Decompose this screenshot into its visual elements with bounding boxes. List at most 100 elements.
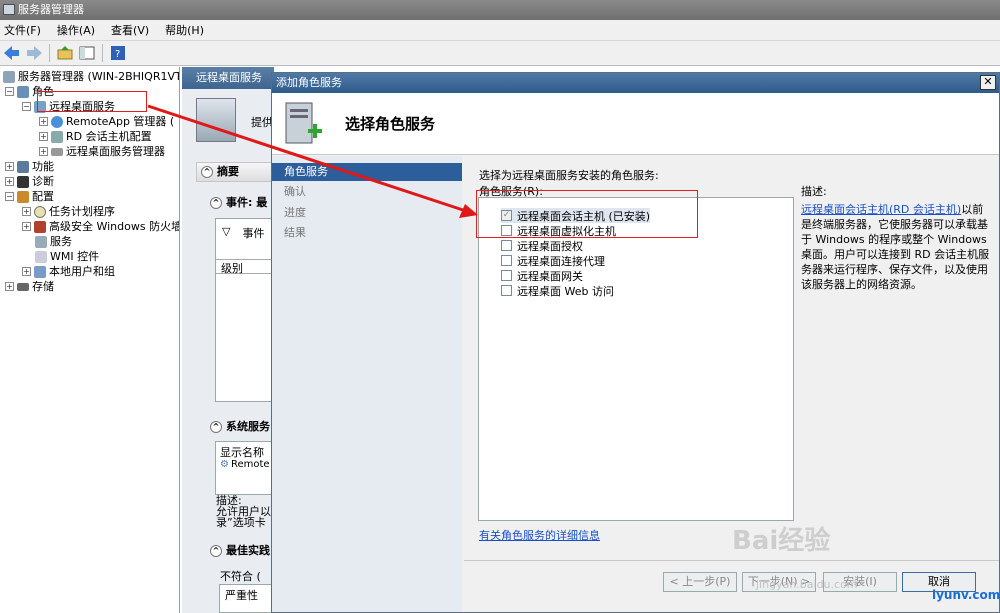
system-services-section[interactable]: ^ 系统服务 (206, 418, 274, 438)
menu-file[interactable]: 文件(F) (4, 22, 41, 38)
toolbar: ? (0, 41, 1000, 66)
tree-item-features[interactable]: + 功能 (5, 159, 54, 174)
show-hide-tree-icon[interactable] (78, 44, 96, 62)
svg-text:?: ? (115, 49, 120, 60)
events-list[interactable]: ▽ 事件 级别 (215, 218, 275, 402)
expand-icon[interactable]: + (39, 132, 48, 141)
service-row[interactable]: ⚙ Remote (220, 459, 270, 470)
tree-item-rd-config[interactable]: + RD 会话主机配置 (39, 129, 152, 144)
tree-item-storage[interactable]: + 存储 (5, 279, 54, 294)
tree-item-label: 配置 (32, 190, 54, 203)
collapse-icon[interactable]: − (22, 102, 31, 111)
add-role-services-dialog: 添加角色服务 ✕ 选择角色服务 角色服务 确认 进度 结果 选择为远程桌面服务安… (271, 72, 1000, 613)
expand-icon[interactable]: + (39, 147, 48, 156)
description-body: 远程桌面会话主机(RD 会话主机)以前是终端服务器，它使服务器可以承载基于 Wi… (801, 202, 993, 292)
level-column-header[interactable]: 级别 (216, 259, 274, 275)
expand-icon[interactable]: + (5, 162, 14, 171)
tree-item-label: 诊断 (32, 175, 54, 188)
server-add-icon (284, 101, 322, 147)
tree-item-label: RD 会话主机配置 (66, 130, 152, 143)
instruction-text: 选择为远程桌面服务安装的角色服务: (479, 169, 659, 182)
rd-config-icon (51, 130, 63, 143)
users-icon (34, 265, 46, 278)
expand-icon[interactable]: + (22, 222, 31, 231)
tree-item-label: 远程桌面服务管理器 (66, 145, 165, 158)
tree-item-services[interactable]: 服务 (35, 234, 72, 249)
navigation-tree: 服务器管理器 (WIN-2BHIQR1VTC − 角色 − 远程桌面服务 + R… (0, 67, 180, 613)
tree-item-firewall[interactable]: + 高级安全 Windows 防火墙 (22, 219, 179, 234)
tree-root-label: 服务器管理器 (WIN-2BHIQR1VTC (18, 70, 180, 83)
collapse-icon[interactable]: ^ (210, 545, 222, 557)
checkbox[interactable] (501, 285, 512, 296)
tree-item-wmi[interactable]: WMI 控件 (35, 249, 99, 264)
role-service-item[interactable]: 远程桌面连接代理 (501, 253, 605, 268)
role-service-item[interactable]: 远程桌面授权 (501, 238, 583, 253)
tree-item-label: 服务 (50, 235, 72, 248)
filter-icon[interactable]: ▽ (222, 225, 230, 241)
checkbox[interactable] (501, 255, 512, 266)
role-service-label: 远程桌面 Web 访问 (517, 284, 614, 298)
footer-divider (464, 560, 999, 561)
tree-item-local-users[interactable]: + 本地用户和组 (22, 264, 115, 279)
services-list[interactable]: 显示名称 ⚙ Remote (215, 441, 275, 495)
expand-icon[interactable]: + (22, 207, 31, 216)
expand-icon[interactable]: + (22, 267, 31, 276)
expand-icon[interactable]: + (39, 117, 48, 126)
tree-item-task-scheduler[interactable]: + 任务计划程序 (22, 204, 115, 219)
menu-action[interactable]: 操作(A) (57, 22, 95, 38)
role-service-label: 远程桌面授权 (517, 239, 583, 253)
summary-title: 摘要 (217, 165, 239, 178)
description-link[interactable]: 远程桌面会话主机(RD 会话主机) (801, 203, 961, 216)
step-role-services[interactable]: 角色服务 (272, 163, 462, 181)
tree-item-label: WMI 控件 (50, 250, 100, 263)
wmi-icon (35, 250, 47, 263)
collapse-icon[interactable]: − (5, 87, 14, 96)
up-folder-icon[interactable] (56, 44, 74, 62)
role-services-list[interactable]: ✓ 远程桌面会话主机 (已安装) 远程桌面虚拟化主机 远程桌面授权 远程桌面连接代… (478, 197, 794, 521)
role-service-item[interactable]: 远程桌面 Web 访问 (501, 283, 614, 298)
role-service-item[interactable]: 远程桌面网关 (501, 268, 583, 283)
menu-view[interactable]: 查看(V) (111, 22, 149, 38)
events-section[interactable]: ^ 事件: 最 (206, 194, 274, 214)
prev-button[interactable]: < 上一步(P) (663, 572, 737, 592)
display-name-column-header[interactable]: 显示名称 (220, 444, 264, 460)
step-confirm[interactable]: 确认 (272, 183, 462, 201)
tree-item-diagnostics[interactable]: + 诊断 (5, 174, 54, 189)
back-icon[interactable] (3, 44, 21, 62)
tree-item-rds-manager[interactable]: + 远程桌面服务管理器 (39, 144, 165, 159)
dialog-header-title: 选择角色服务 (345, 115, 436, 133)
desc-line: 录”选项卡 (216, 516, 266, 529)
menu-help[interactable]: 帮助(H) (165, 22, 204, 38)
checkbox[interactable] (501, 270, 512, 281)
summary-section[interactable]: ^ 摘要 (196, 162, 274, 182)
tree-item-remoteapp[interactable]: + RemoteApp 管理器 ( (39, 114, 174, 129)
site-watermark: iyunv.com (932, 588, 1000, 602)
checkbox[interactable] (501, 240, 512, 251)
best-practices-list[interactable]: 严重性 (219, 584, 275, 613)
role-service-label: 远程桌面网关 (517, 269, 583, 283)
expand-icon[interactable]: + (5, 177, 14, 186)
system-services-title: 系统服务 (226, 420, 270, 433)
tree-item-config[interactable]: − 配置 (5, 189, 54, 204)
config-icon (17, 190, 29, 203)
severity-column-header[interactable]: 严重性 (225, 587, 258, 603)
expand-icon[interactable]: + (5, 282, 14, 291)
wizard-steps: 角色服务 确认 进度 结果 (272, 156, 462, 612)
step-results[interactable]: 结果 (272, 224, 462, 242)
tree-root[interactable]: 服务器管理器 (WIN-2BHIQR1VTC (3, 69, 180, 84)
roles-icon (17, 85, 29, 98)
collapse-icon[interactable]: ^ (210, 197, 222, 209)
noncompliant-tab[interactable]: 不符合 ( (220, 568, 261, 584)
forward-icon[interactable] (25, 44, 43, 62)
best-practices-section[interactable]: ^ 最佳实践 (206, 542, 274, 562)
collapse-icon[interactable]: ^ (201, 166, 213, 178)
tree-item-label: 本地用户和组 (49, 265, 115, 278)
close-icon[interactable]: ✕ (980, 75, 996, 90)
step-progress[interactable]: 进度 (272, 204, 462, 222)
collapse-icon[interactable]: ^ (210, 421, 222, 433)
help-icon[interactable]: ? (109, 44, 127, 62)
watermark-text: Bai经验 (732, 526, 831, 556)
collapse-icon[interactable]: − (5, 192, 14, 201)
firewall-icon (34, 220, 46, 233)
more-info-link[interactable]: 有关角色服务的详细信息 (479, 527, 600, 543)
